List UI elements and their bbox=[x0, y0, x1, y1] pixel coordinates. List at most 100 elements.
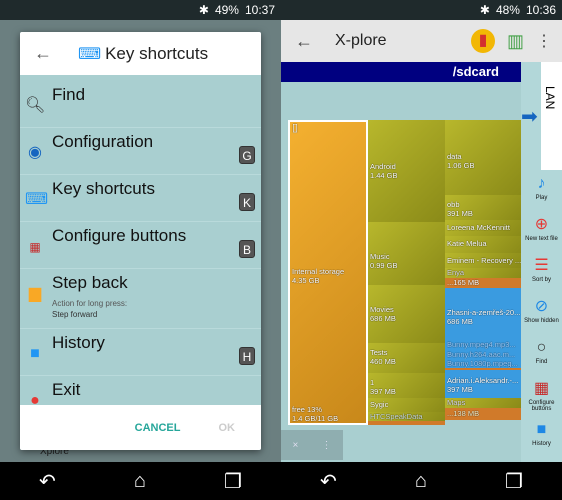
tm-tests[interactable]: Tests 460 MB bbox=[368, 343, 445, 373]
new-text-file-button[interactable]: ⊕ New text file bbox=[521, 211, 562, 252]
tm-katie[interactable]: Katie Melua bbox=[445, 236, 521, 253]
show-hidden-button[interactable]: ⊘ Show hidden bbox=[521, 293, 562, 334]
recents-icon[interactable]: ❐ bbox=[505, 469, 523, 494]
tm-bunny-1[interactable]: Bunny.mpeg4.mp3... bbox=[445, 340, 521, 350]
tm-data[interactable]: data 1.06 GB bbox=[445, 120, 521, 195]
status-bar: ✱ 49% 10:37 bbox=[0, 0, 281, 20]
cancel-button[interactable]: CANCEL bbox=[135, 422, 181, 434]
long-press-label: Action for long press: bbox=[52, 299, 128, 308]
list-item-history[interactable]: ■ History H bbox=[20, 329, 261, 376]
tm-eminem[interactable]: Eminem - Recovery ... bbox=[445, 253, 521, 268]
item-label: Configuration bbox=[52, 132, 154, 151]
history-button[interactable]: ■ History bbox=[521, 416, 562, 457]
keyboard-icon: ⌨ bbox=[25, 191, 49, 208]
item-label: History bbox=[52, 333, 105, 352]
tm-bunny-3[interactable]: Bunny.1080p.mpeg... bbox=[445, 359, 521, 368]
tm-music[interactable]: Music 0.99 GB bbox=[368, 222, 445, 285]
bottom-tab[interactable]: × ⋮ bbox=[281, 430, 343, 460]
search-icon: ○ bbox=[536, 339, 547, 356]
home-icon[interactable]: ⌂ bbox=[415, 470, 427, 493]
key-badge: K bbox=[239, 193, 255, 211]
item-label: Step back bbox=[52, 273, 128, 292]
back-arrow-icon[interactable]: ← bbox=[295, 31, 313, 52]
tm-maps[interactable]: Maps bbox=[445, 398, 521, 408]
battery: 48% bbox=[495, 3, 520, 17]
sort-by-button[interactable]: ☰ Sort by bbox=[521, 252, 562, 293]
item-label: Key shortcuts bbox=[52, 179, 155, 198]
dialog-header: ← ⌨ Key shortcuts bbox=[20, 32, 261, 75]
list-item-configuration[interactable]: ◉ Configuration G bbox=[20, 128, 261, 175]
tm-sygic[interactable]: Sygic bbox=[368, 398, 445, 412]
nav-bar: ↶ ⌂ ❐ bbox=[0, 462, 281, 500]
ok-button[interactable]: OK bbox=[219, 422, 236, 434]
tm-loreena[interactable]: Loreena McKennitt bbox=[445, 220, 521, 236]
list-item-step-back[interactable]: ▆ Step back Action for long press: Step f… bbox=[20, 269, 261, 329]
gear-icon: ◉ bbox=[28, 144, 42, 161]
lan-label: LAN bbox=[543, 86, 557, 110]
dialog-footer: CANCEL OK bbox=[20, 405, 261, 450]
tm-adrian[interactable]: Adrian.i.Aleksandr.-... 397 MB bbox=[445, 370, 521, 398]
left-screen: ✱ 49% 10:37 Xplore ↶ ⌂ ❐ ← ⌨ Key shortcuts 🔍… bbox=[0, 0, 281, 500]
back-nav-icon[interactable]: ↶ bbox=[320, 469, 337, 494]
play-button[interactable]: ♪ Play bbox=[521, 170, 562, 211]
tm-free: free 13% bbox=[292, 405, 323, 414]
keyboard-icon: ⌨ bbox=[78, 45, 102, 63]
find-button[interactable]: ○ Find bbox=[521, 334, 562, 375]
recents-icon[interactable]: ❐ bbox=[224, 469, 242, 494]
tm-usage: 1.4 GB/11 GB bbox=[292, 414, 339, 423]
app-title: X-plore bbox=[335, 32, 387, 49]
tm-bunny-2[interactable]: Bunny.h264.aac.m... bbox=[445, 350, 521, 359]
shortcut-list[interactable]: 🔍︎ Find ◉ Configuration G ⌨ Key shortcuts K ▦… bbox=[20, 75, 261, 423]
tm-size: 4.35 GB bbox=[292, 276, 320, 285]
list-item-find[interactable]: 🔍︎ Find bbox=[20, 81, 261, 128]
tm-android[interactable]: Android 1.44 GB bbox=[368, 120, 445, 222]
dialog-title: Key shortcuts bbox=[105, 43, 209, 63]
treemap-root[interactable]: ▯ Internal storage 4.35 GB free 13% 1.4 GB… bbox=[288, 120, 368, 425]
arrow-right-icon: ➡ bbox=[521, 106, 538, 128]
list-item-key-shortcuts[interactable]: ⌨ Key shortcuts K bbox=[20, 175, 261, 222]
bookmark-icon[interactable]: ▮ bbox=[470, 29, 495, 53]
button-sidebar: ♪ Play ⊕ New text file ☰ Sort by ⊘ Show hidd… bbox=[521, 170, 562, 462]
buttons-icon: ▦ bbox=[533, 380, 550, 397]
right-screen: ✱ 48% 10:36 ← X-plore ▮ ▥ ⋮ /sdcard ➡ LAN … bbox=[281, 0, 562, 500]
tm-obb[interactable]: obb 391 MB bbox=[445, 195, 521, 220]
configure-buttons-button[interactable]: ▦ Configure buttons bbox=[521, 375, 562, 416]
home-icon[interactable]: ⌂ bbox=[134, 470, 146, 493]
tm-138mb[interactable]: ...138 MB bbox=[445, 408, 521, 420]
path-bar: /sdcard bbox=[281, 62, 521, 82]
close-icon[interactable]: × bbox=[293, 440, 299, 451]
history-icon: ■ bbox=[30, 345, 40, 362]
phone-icon: ▯ bbox=[292, 122, 299, 134]
tm-1[interactable]: 1 397 MB bbox=[368, 373, 445, 398]
new-file-icon: ⊕ bbox=[534, 216, 549, 233]
key-badge: B bbox=[239, 240, 255, 258]
sort-icon: ☰ bbox=[534, 257, 549, 274]
tm-enya[interactable]: Enya bbox=[445, 268, 521, 278]
history-icon: ■ bbox=[536, 421, 547, 438]
eye-icon: ⊘ bbox=[534, 298, 549, 315]
list-item-configure-buttons[interactable]: ▦ Configure buttons B bbox=[20, 222, 261, 269]
item-label: Exit bbox=[52, 380, 81, 399]
item-label: Configure buttons bbox=[52, 226, 187, 245]
tm-movies[interactable]: Movies 686 MB bbox=[368, 285, 445, 343]
play-icon: ♪ bbox=[537, 175, 546, 192]
lan-panel[interactable]: ➡ LAN bbox=[521, 62, 562, 170]
search-icon: 🔍︎ bbox=[25, 97, 46, 114]
tm-zhasni[interactable]: Zhasni-a-zemřeš-20... 686 MB bbox=[445, 288, 521, 340]
more-menu-icon[interactable]: ⋮ bbox=[536, 31, 552, 51]
buttons-icon: ▦ bbox=[29, 240, 41, 254]
clock: 10:37 bbox=[244, 3, 275, 17]
key-shortcuts-dialog: ← ⌨ Key shortcuts 🔍︎ Find ◉ Configuration G… bbox=[20, 32, 261, 450]
tm-label: Internal storage bbox=[292, 267, 345, 276]
back-arrow-icon[interactable]: ← bbox=[34, 43, 52, 64]
back-nav-icon[interactable]: ↶ bbox=[39, 469, 56, 494]
tab-menu-icon[interactable]: ⋮ bbox=[321, 440, 331, 451]
tm-165mb[interactable]: ...165 MB bbox=[445, 278, 521, 288]
clock: 10:36 bbox=[525, 3, 556, 17]
path-label: /sdcard bbox=[452, 64, 499, 79]
key-badge: H bbox=[239, 347, 255, 365]
dual-pane-icon[interactable]: ▥ bbox=[507, 31, 524, 52]
folder-back-icon: ▆ bbox=[28, 285, 42, 302]
nav-bar: ↶ ⌂ ❐ bbox=[281, 462, 562, 500]
tm-htcspeakdata[interactable]: HTCSpeakData bbox=[368, 412, 445, 421]
